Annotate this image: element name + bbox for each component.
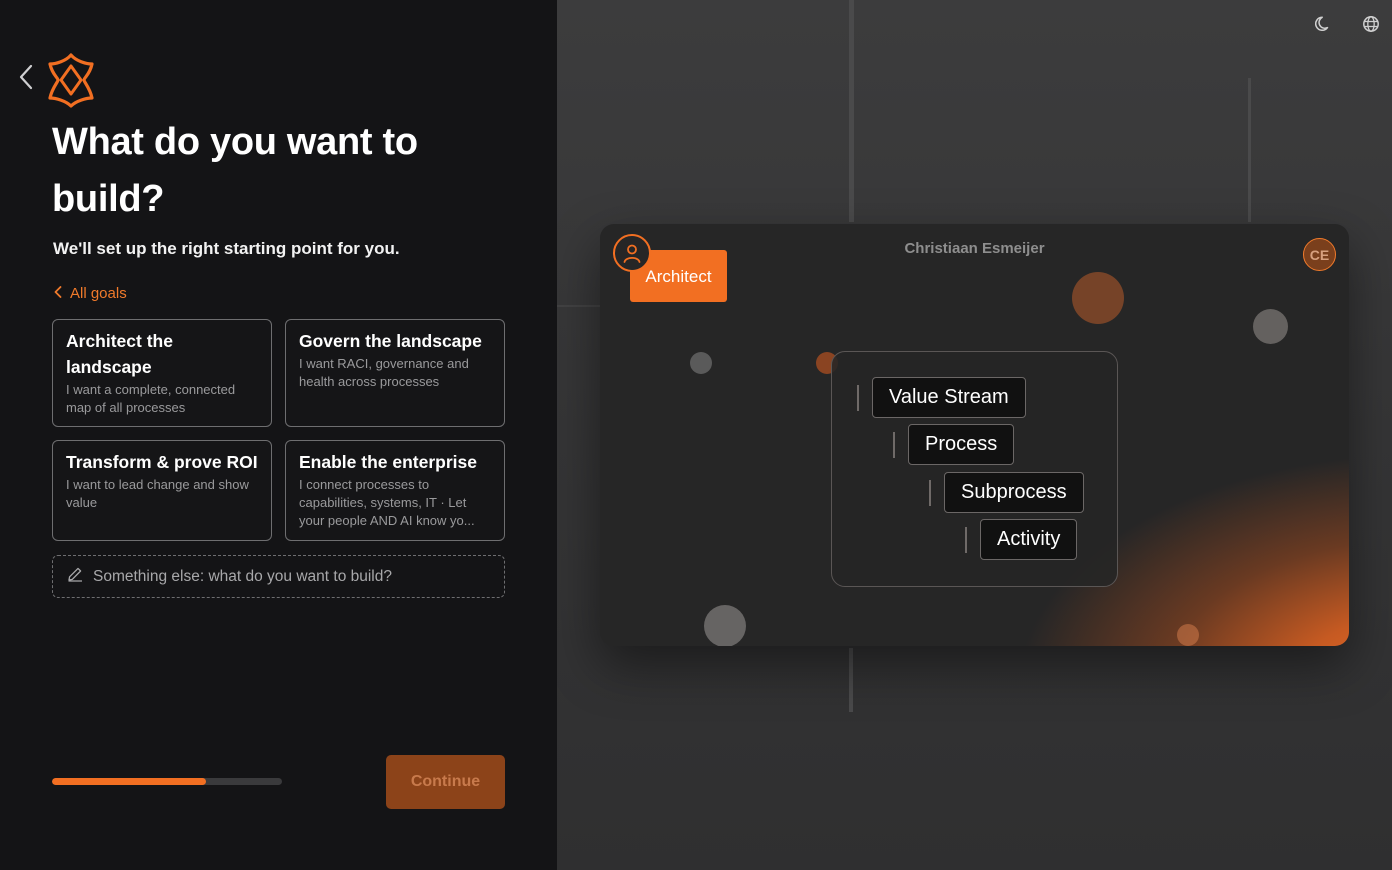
role-preview-card: Christiaan Esmeijer Architect CE Value S… xyxy=(600,224,1349,646)
hierarchy-level-value-stream: Value Stream xyxy=(857,377,1026,418)
hierarchy-pill: Subprocess xyxy=(944,472,1084,513)
goal-card-transform[interactable]: Transform & prove ROI I want to lead cha… xyxy=(52,440,272,541)
goal-card-title: Enable the enterprise xyxy=(299,452,477,472)
goal-card-description: I want RACI, governance and health acros… xyxy=(299,356,469,389)
hierarchy-pill: Value Stream xyxy=(872,377,1026,418)
hierarchy-pill: Activity xyxy=(980,519,1078,560)
goal-card-architect[interactable]: Architect the landscape I want a complet… xyxy=(52,319,272,427)
all-goals-label: All goals xyxy=(70,285,127,302)
goal-card-title: Govern the landscape xyxy=(299,331,482,351)
hierarchy-level-process: Process xyxy=(893,424,1015,465)
all-goals-link[interactable]: All goals xyxy=(54,285,127,302)
background-decoration xyxy=(557,305,602,307)
goal-card-description: I connect processes to capabilities, sys… xyxy=(299,477,475,528)
goal-card-description: I want to lead change and show value xyxy=(66,477,249,510)
back-chevron-icon[interactable] xyxy=(14,62,38,92)
progress-bar xyxy=(52,778,282,785)
goal-card-title: Architect the landscape xyxy=(66,331,173,377)
pencil-icon xyxy=(67,566,83,587)
decorative-dot xyxy=(704,605,746,646)
chevron-left-icon xyxy=(54,285,62,302)
preview-panel: Christiaan Esmeijer Architect CE Value S… xyxy=(557,0,1392,870)
hierarchy-preview: Value Stream Process Subprocess Activity xyxy=(831,351,1118,587)
left-panel: What do you want to build? We'll set up … xyxy=(0,0,557,870)
brand-logo-icon xyxy=(46,52,96,108)
user-icon xyxy=(613,234,651,272)
page-subtitle: We'll set up the right starting point fo… xyxy=(53,239,400,258)
decorative-dot xyxy=(1253,309,1288,344)
background-decoration xyxy=(849,648,853,712)
progress-fill xyxy=(52,778,207,785)
decorative-dot xyxy=(1177,624,1199,646)
hierarchy-level-activity: Activity xyxy=(965,519,1078,560)
globe-icon[interactable] xyxy=(1359,12,1383,36)
decorative-dot xyxy=(1072,272,1124,324)
user-initials-avatar: CE xyxy=(1303,238,1336,271)
hierarchy-pill: Process xyxy=(908,424,1015,465)
hierarchy-level-subprocess: Subprocess xyxy=(929,472,1084,513)
custom-goal-input[interactable]: Something else: what do you want to buil… xyxy=(52,555,505,598)
page-title: What do you want to build? xyxy=(52,121,418,220)
moon-icon[interactable] xyxy=(1312,12,1336,36)
background-decoration xyxy=(1248,78,1251,222)
background-decoration xyxy=(849,0,854,222)
decorative-dot xyxy=(690,352,712,374)
goal-card-enable[interactable]: Enable the enterprise I connect processe… xyxy=(285,440,505,541)
goal-card-govern[interactable]: Govern the landscape I want RACI, govern… xyxy=(285,319,505,427)
goal-card-description: I want a complete, connected map of all … xyxy=(66,382,236,415)
continue-button[interactable]: Continue xyxy=(386,755,505,809)
goal-card-title: Transform & prove ROI xyxy=(66,452,258,472)
custom-goal-placeholder: Something else: what do you want to buil… xyxy=(93,567,392,585)
